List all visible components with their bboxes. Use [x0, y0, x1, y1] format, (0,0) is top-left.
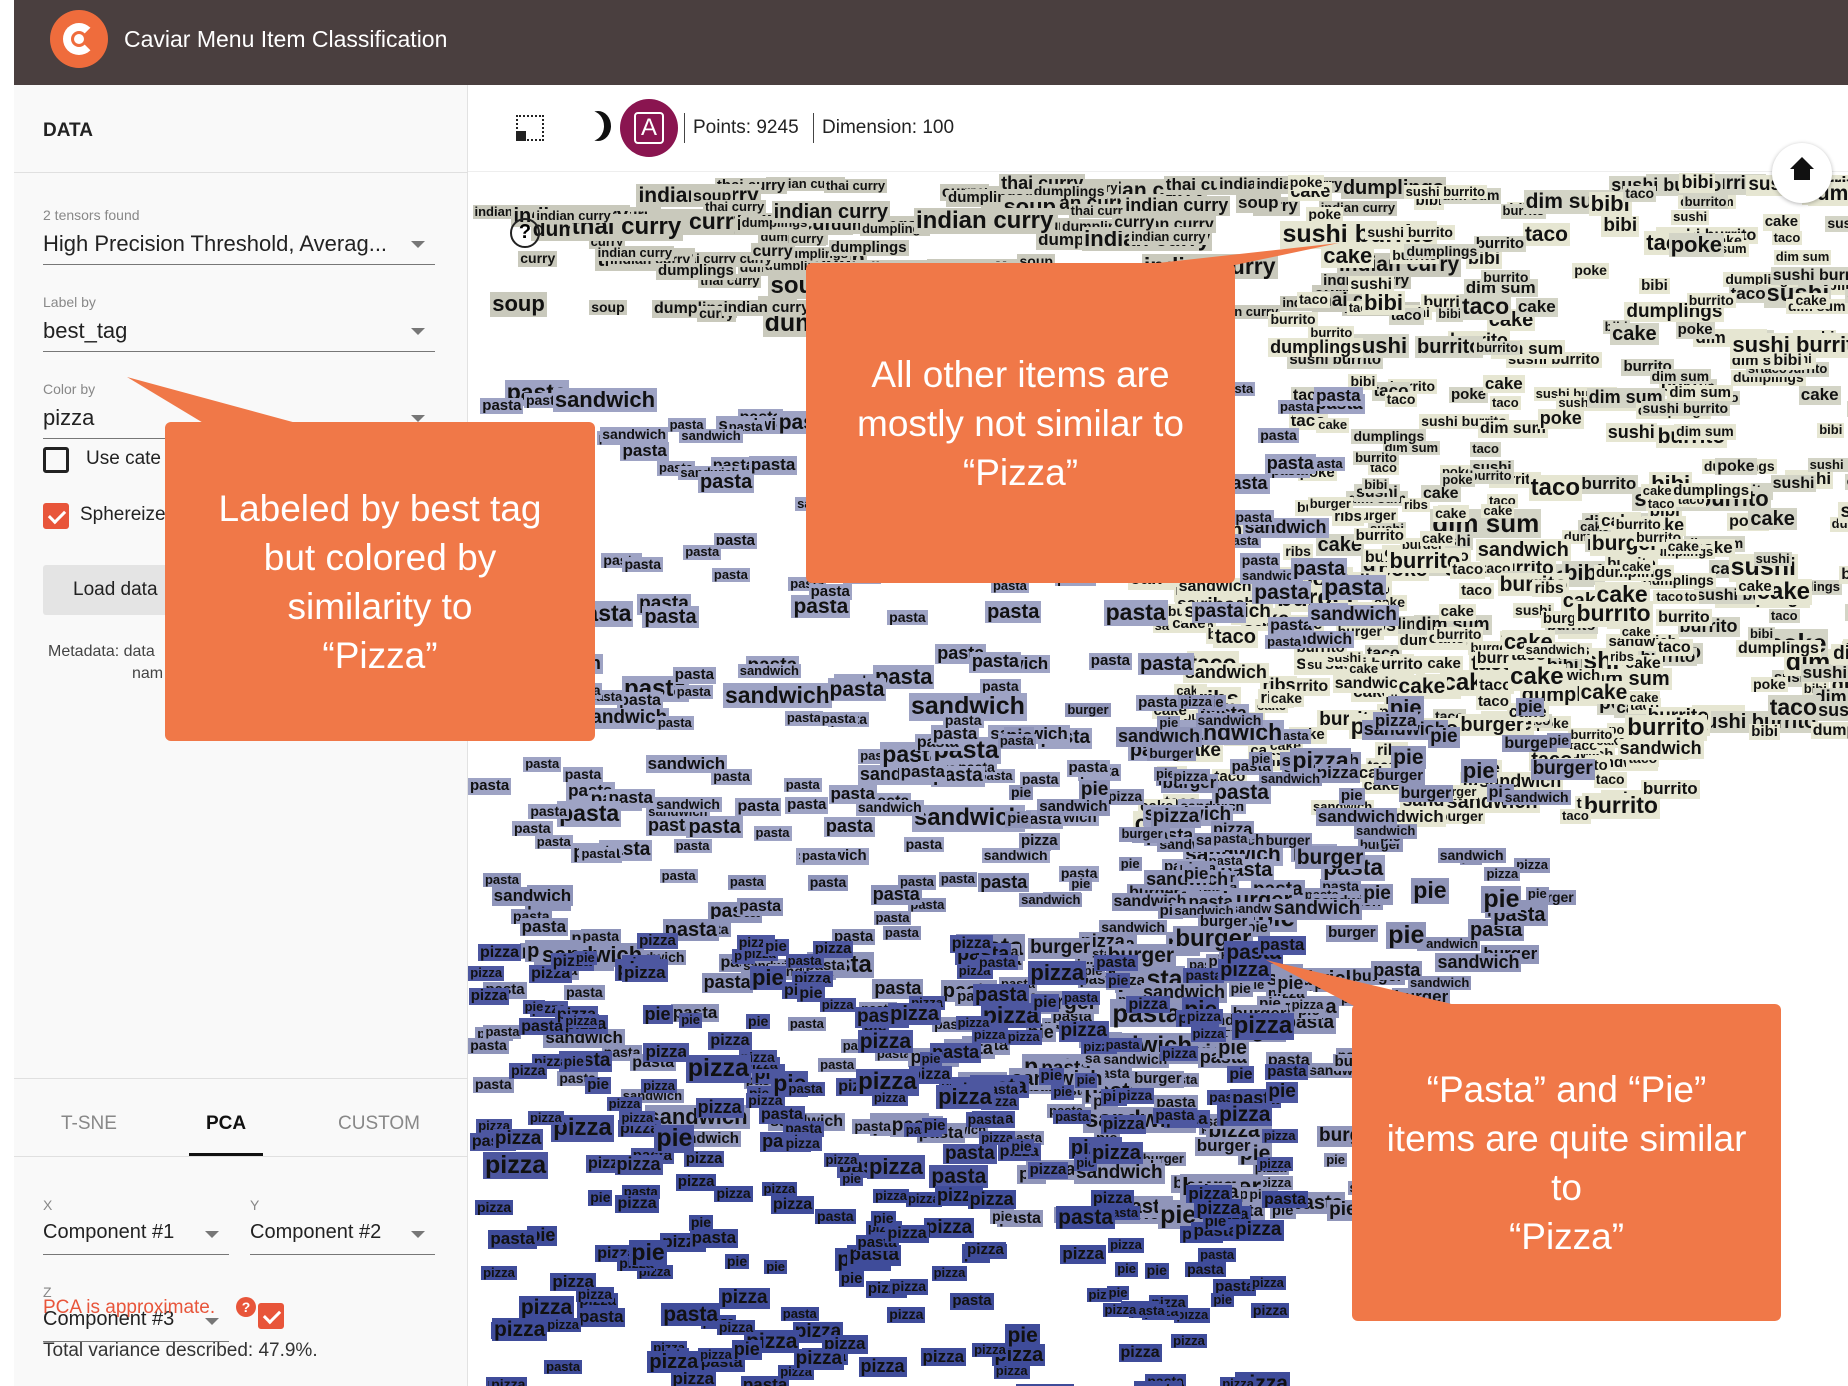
callout-dissimilar: All other items are mostly not similar t…	[806, 263, 1235, 583]
callout-label-by: Labeled by best tag but colored by simil…	[165, 422, 595, 741]
callout-pointer-1	[127, 377, 300, 424]
callout-pointer-3	[1266, 960, 1460, 1006]
callout-pointer-2	[1140, 243, 1339, 265]
callout-similar: “Pasta” and “Pie” items are quite simila…	[1352, 1004, 1781, 1321]
